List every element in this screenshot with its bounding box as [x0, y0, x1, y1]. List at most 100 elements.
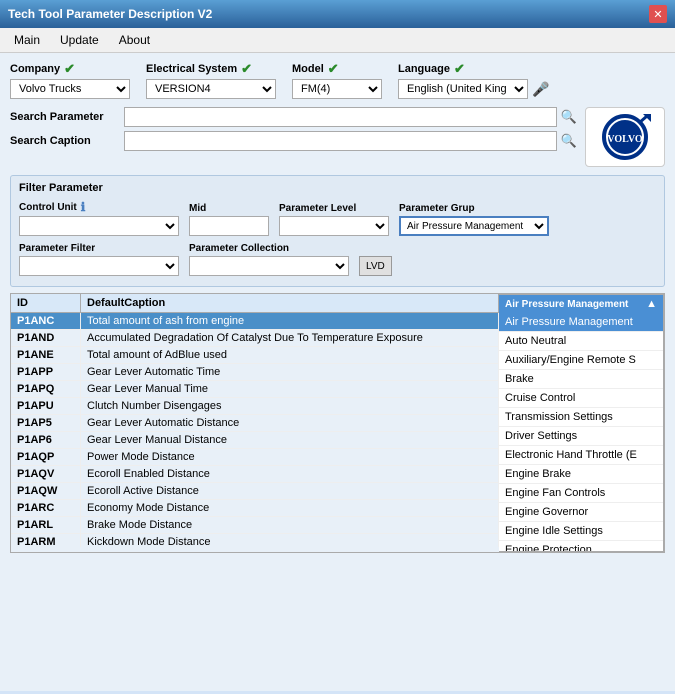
table-row[interactable]: P1AP5 Gear Lever Automatic Distance	[11, 415, 499, 432]
search-logo-row: Search Parameter 🔍 Search Caption 🔍 VOLV…	[10, 107, 665, 167]
company-group: Company ✔ Volvo TrucksRenault Trucks	[10, 61, 130, 99]
table-row[interactable]: P1AP6 Gear Lever Manual Distance	[11, 432, 499, 449]
dropdown-item[interactable]: Air Pressure Management	[499, 313, 663, 332]
filter-row-2: Parameter Filter Parameter Collection LV…	[19, 240, 656, 276]
electrical-select[interactable]: VERSION4VERSION3VERSION2	[146, 79, 276, 99]
param-filter-select[interactable]	[19, 256, 179, 276]
dropdown-panel: Air Pressure Management ▲ Air Pressure M…	[499, 294, 664, 552]
model-select[interactable]: FM(4)FH(4)FL(4)	[292, 79, 382, 99]
td-id: P1AND	[11, 330, 81, 346]
table-row[interactable]: P1ARL Brake Mode Distance	[11, 517, 499, 534]
dropdowns-row: Company ✔ Volvo TrucksRenault Trucks Ele…	[10, 61, 665, 99]
table-row[interactable]: P1APU Clutch Number Disengages	[11, 398, 499, 415]
td-caption: Brake Mode Distance	[81, 517, 499, 533]
dropdown-item[interactable]: Cruise Control	[499, 389, 663, 408]
td-id: P1ANC	[11, 313, 81, 329]
company-select[interactable]: Volvo TrucksRenault Trucks	[10, 79, 130, 99]
dropdown-panel-header: Air Pressure Management ▲	[499, 295, 663, 313]
td-caption: Accumulated Degradation Of Catalyst Due …	[81, 330, 499, 346]
mid-label: Mid	[189, 203, 269, 214]
param-grup-group: Parameter Grup Air Pressure ManagementAu…	[399, 203, 549, 236]
td-id: P1ARM	[11, 534, 81, 547]
td-id: P1AP6	[11, 432, 81, 448]
search-caption-input[interactable]	[124, 131, 557, 151]
td-caption: Economy Mode Distance	[81, 500, 499, 516]
dropdown-item[interactable]: Electronic Hand Throttle (E	[499, 446, 663, 465]
table-row[interactable]: P1ANE Total amount of AdBlue used	[11, 347, 499, 364]
lvd-button[interactable]: LVD	[359, 256, 392, 276]
td-caption: Gear Lever Automatic Time	[81, 364, 499, 380]
close-button[interactable]: ✕	[649, 5, 667, 23]
search-parameter-label: Search Parameter	[10, 111, 120, 123]
language-select[interactable]: English (United Kingdom)SwedishGerman	[398, 79, 528, 99]
td-caption: Total amount of AdBlue used	[81, 347, 499, 363]
control-unit-group: Control Unit ℹ	[19, 200, 179, 236]
control-unit-select[interactable]	[19, 216, 179, 236]
table-row[interactable]: P1AQP Power Mode Distance	[11, 449, 499, 466]
filter-title: Filter Parameter	[19, 182, 656, 194]
table-row[interactable]: P1APP Gear Lever Automatic Time	[11, 364, 499, 381]
dropdown-item[interactable]: Auto Neutral	[499, 332, 663, 351]
td-caption: Power Mode Distance	[81, 449, 499, 465]
td-id: P1APU	[11, 398, 81, 414]
dropdown-item[interactable]: Engine Governor	[499, 503, 663, 522]
param-collection-select[interactable]	[189, 256, 349, 276]
dropdown-item[interactable]: Auxiliary/Engine Remote S	[499, 351, 663, 370]
model-group: Model ✔ FM(4)FH(4)FL(4)	[292, 61, 382, 99]
dropdown-item[interactable]: Engine Idle Settings	[499, 522, 663, 541]
language-check-icon: ✔	[454, 61, 465, 77]
td-caption: Gear Lever Manual Time	[81, 381, 499, 397]
dropdown-item[interactable]: Engine Protection	[499, 541, 663, 552]
td-caption: Ecoroll Active Distance	[81, 483, 499, 499]
menu-main[interactable]: Main	[8, 30, 46, 50]
search-parameter-input[interactable]	[124, 107, 557, 127]
main-content: Company ✔ Volvo TrucksRenault Trucks Ele…	[0, 53, 675, 691]
table-row[interactable]: P1AQW Ecoroll Active Distance	[11, 483, 499, 500]
td-id: P1ARC	[11, 500, 81, 516]
table-row[interactable]: P1ARC Economy Mode Distance	[11, 500, 499, 517]
table-row[interactable]: P1AQV Ecoroll Enabled Distance	[11, 466, 499, 483]
dropdown-close-icon[interactable]: ▲	[646, 298, 657, 310]
th-caption: DefaultCaption	[81, 294, 499, 312]
menu-update[interactable]: Update	[54, 30, 105, 50]
filter-section: Filter Parameter Control Unit ℹ Mid Para…	[10, 175, 665, 287]
mid-input[interactable]	[189, 216, 269, 236]
mic-icon: 🎤	[532, 81, 549, 98]
dropdown-item[interactable]: Brake	[499, 370, 663, 389]
dropdown-panel-title: Air Pressure Management	[505, 299, 628, 310]
model-check-icon: ✔	[328, 61, 339, 77]
param-level-label: Parameter Level	[279, 203, 389, 214]
menu-bar: Main Update About	[0, 28, 675, 53]
electrical-check-icon: ✔	[241, 61, 252, 77]
window-title: Tech Tool Parameter Description V2	[8, 7, 212, 21]
search-caption-button[interactable]: 🔍	[561, 133, 577, 149]
param-grup-select[interactable]: Air Pressure ManagementAuto NeutralAuxil…	[399, 216, 549, 236]
menu-about[interactable]: About	[113, 30, 156, 50]
volvo-logo: VOLVO	[595, 112, 655, 162]
dropdown-item[interactable]: Engine Fan Controls	[499, 484, 663, 503]
td-caption: Gear Lever Automatic Distance	[81, 415, 499, 431]
search-parameter-row: Search Parameter 🔍	[10, 107, 577, 127]
table-row[interactable]: P1ANC Total amount of ash from engine	[11, 313, 499, 330]
param-level-group: Parameter Level	[279, 203, 389, 236]
param-level-select[interactable]	[279, 216, 389, 236]
dropdown-item[interactable]: Engine Brake	[499, 465, 663, 484]
table-row[interactable]: P1AND Accumulated Degradation Of Catalys…	[11, 330, 499, 347]
param-collection-label: Parameter Collection	[189, 243, 349, 254]
dropdown-items-container: Air Pressure ManagementAuto NeutralAuxil…	[499, 313, 663, 552]
param-filter-label: Parameter Filter	[19, 243, 179, 254]
dropdown-item[interactable]: Transmission Settings	[499, 408, 663, 427]
table-header: ID DefaultCaption	[11, 294, 499, 313]
main-table: ID DefaultCaption P1ANC Total amount of …	[11, 294, 499, 552]
dropdown-item[interactable]: Driver Settings	[499, 427, 663, 446]
title-bar: Tech Tool Parameter Description V2 ✕	[0, 0, 675, 28]
search-caption-row: Search Caption 🔍	[10, 131, 577, 151]
info-icon: ℹ	[81, 200, 86, 214]
table-row[interactable]: P1APQ Gear Lever Manual Time	[11, 381, 499, 398]
td-id: P1ANE	[11, 347, 81, 363]
table-row[interactable]: P1ARM Kickdown Mode Distance	[11, 534, 499, 547]
search-parameter-button[interactable]: 🔍	[561, 109, 577, 125]
td-id: P1APQ	[11, 381, 81, 397]
td-id: P1AQV	[11, 466, 81, 482]
svg-text:VOLVO: VOLVO	[607, 134, 643, 145]
